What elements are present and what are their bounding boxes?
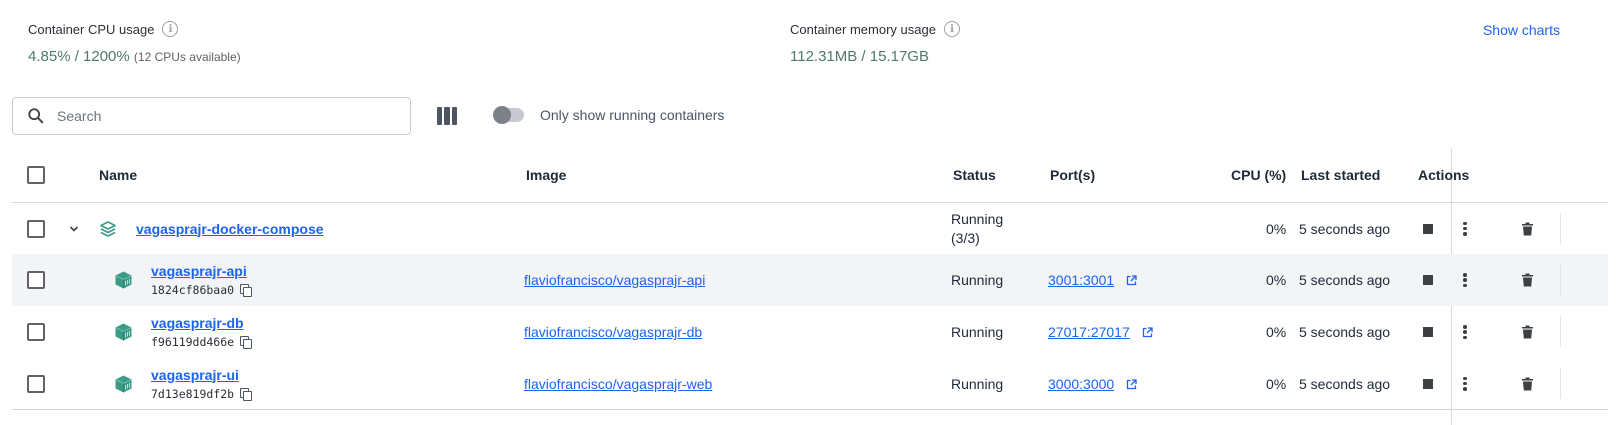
container-status: Running — [951, 375, 1004, 392]
memory-usage-label: Container memory usage — [790, 21, 936, 37]
copy-icon[interactable] — [240, 387, 253, 401]
header-status[interactable]: Status — [953, 167, 996, 183]
port-cell: 3001:3001 — [1048, 272, 1137, 288]
stop-icon[interactable] — [1423, 378, 1433, 389]
row-divider — [1560, 368, 1561, 399]
container-icon — [115, 323, 132, 341]
header-name[interactable]: Name — [99, 167, 137, 183]
container-row[interactable]: vagasprajr-ui 7d13e819df2b flaviofrancis… — [12, 358, 1608, 410]
row-checkbox[interactable] — [27, 271, 45, 289]
copy-icon[interactable] — [240, 336, 253, 349]
usage-stats: Container CPU usage i 4.85% / 1200% (12 … — [28, 20, 1560, 70]
more-icon[interactable] — [1463, 273, 1467, 287]
info-icon[interactable]: i — [162, 21, 179, 37]
header-last-started[interactable]: Last started — [1301, 167, 1380, 183]
container-last-started: 5 seconds ago — [1299, 324, 1391, 340]
copy-icon[interactable] — [240, 284, 253, 297]
image-link[interactable]: flaviofrancisco/vagasprajr-db — [524, 324, 702, 340]
compose-group-row[interactable]: vagasprajr-docker-compose Running (3/3) … — [12, 203, 1608, 254]
container-row[interactable]: vagasprajr-api 1824cf86baa0 flaviofranci… — [12, 254, 1608, 306]
header-actions: Actions — [1418, 167, 1470, 183]
container-icon — [115, 271, 132, 289]
external-link-icon[interactable] — [1142, 327, 1153, 338]
container-name-link[interactable]: vagasprajr-db — [151, 315, 244, 331]
toolbar: Only show running containers — [12, 97, 912, 135]
container-name-link[interactable]: vagasprajr-api — [151, 263, 247, 279]
container-name-cell: vagasprajr-ui 7d13e819df2b — [151, 367, 253, 401]
container-name-cell: vagasprajr-api 1824cf86baa0 — [151, 263, 253, 297]
group-status: Running (3/3) — [951, 210, 1003, 248]
cpu-usage-value: 4.85% / 1200% — [28, 48, 130, 65]
select-all-checkbox[interactable] — [27, 166, 45, 184]
header-ports[interactable]: Port(s) — [1050, 167, 1095, 183]
cpu-usage-stat: Container CPU usage i 4.85% / 1200% (12 … — [28, 20, 241, 65]
stop-icon[interactable] — [1423, 327, 1433, 337]
row-checkbox[interactable] — [27, 374, 45, 393]
external-link-icon[interactable] — [1126, 378, 1137, 390]
running-only-toggle[interactable] — [493, 106, 524, 124]
stop-icon[interactable] — [1423, 223, 1433, 234]
container-row[interactable]: vagasprajr-db f96119dd466e flaviofrancis… — [12, 306, 1608, 358]
toggle-knob — [493, 106, 511, 124]
group-cpu: 0% — [1266, 220, 1287, 237]
container-cpu: 0% — [1266, 272, 1287, 288]
port-link[interactable]: 3001:3001 — [1048, 272, 1114, 288]
running-only-label: Only show running containers — [540, 107, 725, 123]
row-divider — [1560, 213, 1561, 244]
row-divider — [1560, 316, 1561, 347]
row-checkbox[interactable] — [27, 323, 45, 341]
chevron-down-icon[interactable] — [69, 224, 79, 234]
port-cell: 3000:3000 — [1048, 376, 1137, 392]
group-status-line1: Running — [951, 210, 1004, 227]
containers-table: Name Image Status Port(s) CPU (%) Last s… — [12, 148, 1608, 410]
header-image[interactable]: Image — [526, 167, 566, 183]
stack-icon — [100, 220, 116, 237]
more-icon[interactable] — [1463, 325, 1467, 339]
image-link[interactable]: flaviofrancisco/vagasprajr-web — [524, 376, 712, 392]
search-box[interactable] — [12, 97, 411, 135]
port-cell: 27017:27017 — [1048, 324, 1153, 340]
cpu-usage-label: Container CPU usage — [28, 21, 155, 37]
external-link-icon[interactable] — [1126, 275, 1137, 286]
container-cpu: 0% — [1266, 324, 1287, 340]
container-id: f96119dd466e — [151, 335, 235, 349]
more-icon[interactable] — [1463, 376, 1467, 391]
memory-usage-value: 112.31MB / 15.17GB — [790, 48, 929, 65]
container-last-started: 5 seconds ago — [1299, 375, 1391, 392]
container-name-cell: vagasprajr-db f96119dd466e — [151, 315, 253, 349]
group-status-line2: (3/3) — [951, 229, 980, 246]
port-link[interactable]: 27017:27017 — [1048, 324, 1130, 340]
header-cpu[interactable]: CPU (%) — [1231, 167, 1286, 183]
memory-usage-stat: Container memory usage i 112.31MB / 15.1… — [790, 20, 960, 65]
trash-icon[interactable] — [1522, 222, 1533, 235]
container-status: Running — [951, 272, 1004, 288]
row-divider — [1560, 264, 1561, 295]
stop-icon[interactable] — [1423, 275, 1433, 285]
port-link[interactable]: 3000:3000 — [1048, 376, 1114, 392]
container-icon — [115, 375, 132, 392]
container-last-started: 5 seconds ago — [1299, 272, 1391, 288]
container-id: 1824cf86baa0 — [151, 283, 235, 297]
trash-icon[interactable] — [1522, 325, 1533, 339]
container-name-link[interactable]: vagasprajr-ui — [151, 367, 239, 383]
trash-icon[interactable] — [1522, 377, 1533, 390]
search-icon — [28, 108, 44, 124]
trash-icon[interactable] — [1522, 273, 1533, 287]
search-input[interactable] — [57, 108, 357, 124]
cpu-available: (12 CPUs available) — [133, 50, 241, 64]
info-icon[interactable]: i — [943, 21, 960, 37]
container-status: Running — [951, 324, 1004, 340]
show-charts-button[interactable]: Show charts — [1483, 22, 1560, 38]
more-icon[interactable] — [1463, 221, 1467, 236]
group-last-started: 5 seconds ago — [1299, 220, 1391, 237]
columns-icon[interactable] — [437, 107, 457, 125]
image-link[interactable]: flaviofrancisco/vagasprajr-api — [524, 272, 705, 288]
container-cpu: 0% — [1266, 375, 1287, 392]
container-id: 7d13e819df2b — [151, 386, 235, 401]
table-header: Name Image Status Port(s) CPU (%) Last s… — [12, 148, 1608, 203]
row-checkbox[interactable] — [27, 219, 45, 238]
compose-project-link[interactable]: vagasprajr-docker-compose — [136, 221, 324, 237]
